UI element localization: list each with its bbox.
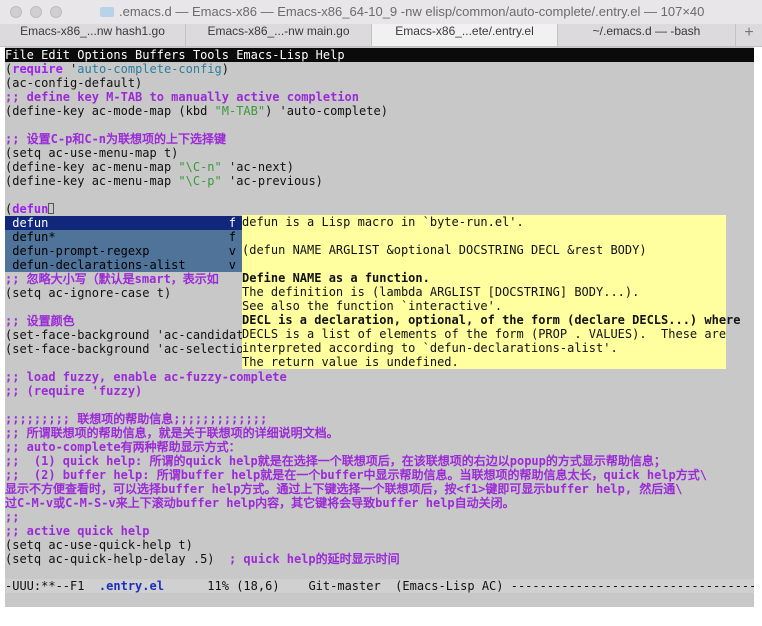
- folder-icon: [100, 7, 114, 17]
- help-line: DECL is a declaration, optional, of the …: [242, 313, 741, 327]
- tab-main[interactable]: Emacs-x86_...-nw main.go: [186, 24, 372, 46]
- code-line: (setq ac-use-quick-help t): [5, 538, 193, 552]
- comment-line: ;; active quick help: [5, 524, 150, 538]
- code-line: (setq ac-use-menu-map t): [5, 146, 179, 160]
- help-line: (defun NAME ARGLIST &optional DOCSTRING …: [242, 243, 647, 257]
- code-line-cursor: (defun: [5, 202, 55, 216]
- help-line: Define NAME as a function.: [242, 271, 430, 285]
- help-line: DECLS is a list of elements of the form …: [242, 327, 727, 341]
- comment-line: ;; (2) buffer help: 所谓buffer help就是在一个bu…: [5, 468, 708, 482]
- comment-line: ;; define key M-TAB to manually active c…: [5, 90, 360, 104]
- tab-entry-el[interactable]: Emacs-x86_...ete/.entry.el: [372, 24, 558, 46]
- code-line: (set-face-background 'ac-candidate: [5, 328, 251, 342]
- comment-line: ;;;;;;;;; 联想项的帮助信息;;;;;;;;;;;;;: [5, 412, 268, 426]
- comment-line: ;; (1) quick help: 所谓的quick help就是在选择一个联…: [5, 454, 666, 468]
- code-line: (setq ac-ignore-case t): [5, 286, 172, 300]
- comment-line: ;;: [5, 510, 20, 524]
- comment-line: ;; 所谓联想项的帮助信息，就是关于联想项的详细说明文档。: [5, 426, 339, 440]
- zoom-window-button[interactable]: [50, 6, 62, 18]
- completion-item[interactable]: defun* f: [5, 230, 242, 244]
- comment-line: 显示不方便查看时，可以选择buffer help方式。通过上下键选择一个联想项后…: [5, 482, 683, 496]
- code-line: (setq ac-quick-help-delay .5) ; quick he…: [5, 552, 400, 566]
- window-titlebar: .emacs.d — Emacs-x86 — Emacs-x86_64-10_9…: [0, 0, 762, 25]
- comment-line: ;; (require 'fuzzy): [5, 384, 143, 398]
- code-line: (define-key ac-menu-map "\C-p" 'ac-previ…: [5, 174, 323, 188]
- emacs-menu-bar[interactable]: File Edit Options Buffers Tools Emacs-Li…: [5, 48, 754, 62]
- completion-item[interactable]: defun-declarations-alist v: [5, 258, 242, 272]
- tab-hash1[interactable]: Emacs-x86_...nw hash1.go: [0, 24, 186, 46]
- comment-line: ;; 设置C-p和C-n为联想项的上下选择键: [5, 132, 227, 146]
- quick-help-tooltip: defun is a Lisp macro in `byte-run.el'. …: [242, 215, 741, 369]
- code-line: (ac-config-default): [5, 76, 143, 90]
- close-window-button[interactable]: [10, 6, 22, 18]
- tab-bar: Emacs-x86_...nw hash1.go Emacs-x86_...-n…: [0, 24, 762, 47]
- help-line: The definition is (lambda ARGLIST [DOCST…: [242, 285, 640, 299]
- completion-item[interactable]: defun-prompt-regexp v: [5, 244, 242, 258]
- comment-line: 过C-M-v或C-M-S-v来上下滚动buffer help内容，其它键将会导致…: [5, 496, 515, 510]
- code-line: (define-key ac-menu-map "\C-n" 'ac-next): [5, 160, 294, 174]
- code-line: (require 'auto-complete-config): [5, 62, 229, 76]
- buffer-name: .entry.el: [98, 579, 164, 593]
- help-line: interpreted according to `defun-declarat…: [242, 341, 618, 355]
- code-line: (define-key ac-mode-map (kbd "M-TAB") 'a…: [5, 104, 388, 118]
- tab-bash[interactable]: ~/.emacs.d — -bash: [558, 24, 736, 46]
- comment-line: ;; 设置颜色: [5, 314, 75, 328]
- code-line: (set-face-background 'ac-selection: [5, 342, 251, 356]
- help-line: See also the function `interactive'.: [242, 299, 503, 313]
- window-title-text: .emacs.d — Emacs-x86 — Emacs-x86_64-10_9…: [119, 4, 705, 19]
- emacs-mode-line: -UUU:**--F1 .entry.el 11% (18,6) Git-mas…: [5, 579, 754, 593]
- emacs-frame[interactable]: File Edit Options Buffers Tools Emacs-Li…: [5, 47, 754, 607]
- minimize-window-button[interactable]: [30, 6, 42, 18]
- comment-line: ;; load fuzzy, enable ac-fuzzy-complete: [5, 370, 287, 384]
- comment-line: ;; auto-complete有两种帮助显示方式：: [5, 440, 241, 454]
- window-title: .emacs.d — Emacs-x86 — Emacs-x86_64-10_9…: [100, 4, 704, 19]
- comment-line: ;; 忽略大小写（默认是smart，表示如: [5, 272, 219, 286]
- help-line: defun is a Lisp macro in `byte-run.el'.: [242, 215, 524, 229]
- text-cursor: [48, 203, 55, 214]
- help-line: The return value is undefined.: [242, 355, 459, 369]
- completion-item[interactable]: defun f: [5, 216, 242, 230]
- new-tab-button[interactable]: +: [736, 24, 762, 46]
